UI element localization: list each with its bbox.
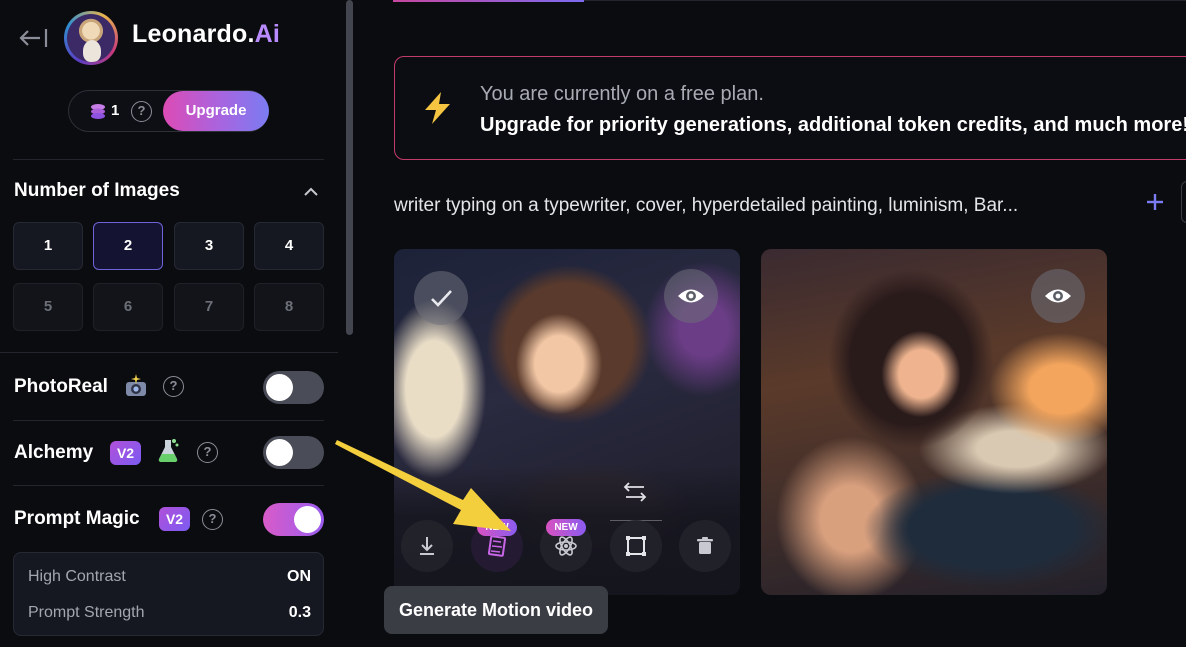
prompt-magic-v2-badge: V2 xyxy=(159,507,190,531)
plus-icon[interactable] xyxy=(1144,191,1166,213)
options-button[interactable] xyxy=(1181,181,1186,223)
image-count-1[interactable]: 1 xyxy=(13,222,83,270)
question-icon[interactable]: ? xyxy=(197,442,218,463)
lightning-icon xyxy=(419,90,457,126)
logo[interactable] xyxy=(64,11,118,65)
sidebar-scrollbar[interactable] xyxy=(346,0,353,335)
prompt-magic-toggle[interactable] xyxy=(263,503,324,536)
back-arrow-icon[interactable] xyxy=(18,26,48,50)
number-of-images-title: Number of Images xyxy=(14,180,180,201)
high-contrast-value[interactable]: ON xyxy=(287,568,311,586)
eye-icon[interactable] xyxy=(664,269,718,323)
image-count-3[interactable]: 3 xyxy=(174,222,244,270)
divider xyxy=(0,352,338,353)
photoreal-label: PhotoReal xyxy=(14,376,108,397)
generation-prompt[interactable]: writer typing on a typewriter, cover, hy… xyxy=(394,195,1018,217)
annotation-arrow xyxy=(335,438,515,538)
prompt-strength-label: Prompt Strength xyxy=(28,604,145,621)
divider xyxy=(584,0,1186,1)
coin-stack-icon xyxy=(89,103,107,120)
question-icon[interactable]: ? xyxy=(131,101,152,122)
new-badge: NEW xyxy=(546,519,586,536)
active-tab-indicator xyxy=(393,0,584,2)
question-icon[interactable]: ? xyxy=(163,376,184,397)
prompt-strength-value[interactable]: 0.3 xyxy=(289,604,311,622)
motion-video-tooltip: Generate Motion video xyxy=(384,586,608,634)
swap-icon[interactable] xyxy=(622,481,648,503)
token-pill: 1 ? Upgrade xyxy=(68,90,269,132)
prompt-magic-label: Prompt Magic xyxy=(14,508,140,529)
generated-image-2[interactable] xyxy=(761,249,1107,595)
banner-text-plan: You are currently on a free plan. xyxy=(480,83,764,105)
free-plan-banner[interactable]: You are currently on a free plan. Upgrad… xyxy=(394,56,1186,160)
check-icon[interactable] xyxy=(414,271,468,325)
prompt-magic-settings: High Contrast ON Prompt Strength 0.3 xyxy=(13,552,324,636)
token-count: 1 xyxy=(111,102,120,119)
question-icon[interactable]: ? xyxy=(202,509,223,530)
sidebar: Leonardo.Ai 1 ? Upgrade Number of Images… xyxy=(0,0,338,647)
eye-icon[interactable] xyxy=(1031,269,1085,323)
brand-name: Leonardo.Ai xyxy=(132,20,281,48)
chevron-up-icon[interactable] xyxy=(303,184,319,196)
divider xyxy=(13,159,324,160)
photoreal-toggle[interactable] xyxy=(263,371,324,404)
divider xyxy=(13,420,324,421)
generated-image-1[interactable]: NEW NEW xyxy=(394,249,740,595)
image-count-7[interactable]: 7 xyxy=(174,283,244,331)
potion-flask-icon xyxy=(156,437,180,463)
image-count-5[interactable]: 5 xyxy=(13,283,83,331)
image-count-8[interactable]: 8 xyxy=(254,283,324,331)
banner-text-upgrade: Upgrade for priority generations, additi… xyxy=(480,114,1186,136)
trash-icon[interactable] xyxy=(679,520,731,572)
alchemy-toggle[interactable] xyxy=(263,436,324,469)
crop-icon[interactable] xyxy=(610,520,662,572)
image-count-6[interactable]: 6 xyxy=(93,283,163,331)
camera-sparkle-icon xyxy=(124,373,148,399)
divider xyxy=(13,485,324,486)
upgrade-button[interactable]: Upgrade xyxy=(163,91,269,131)
alchemy-label: Alchemy xyxy=(14,442,94,463)
alchemy-v2-badge: V2 xyxy=(110,441,141,465)
image-count-4[interactable]: 4 xyxy=(254,222,324,270)
high-contrast-label: High Contrast xyxy=(28,568,126,585)
image-count-2[interactable]: 2 xyxy=(93,222,163,270)
